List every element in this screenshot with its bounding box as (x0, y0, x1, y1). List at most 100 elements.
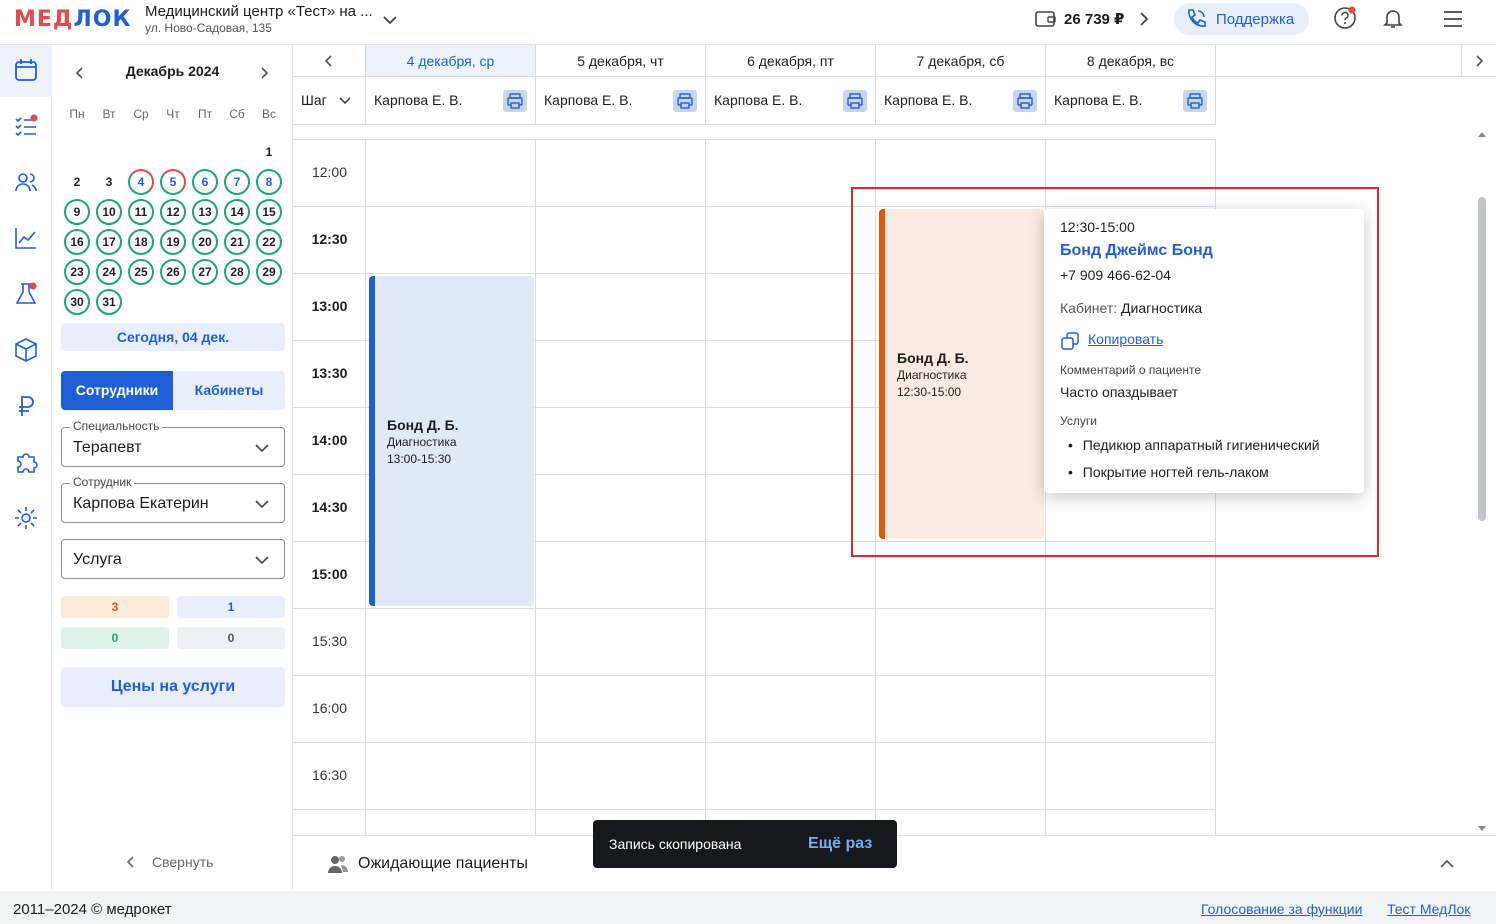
chevron-up-icon[interactable] (1438, 856, 1456, 872)
counter-badge[interactable]: 0 (61, 627, 169, 649)
tasks-icon[interactable] (13, 113, 39, 139)
specialty-select[interactable]: Специальность Терапевт (61, 419, 285, 467)
service-value: Услуга (73, 551, 122, 568)
calendar-day[interactable]: 24 (96, 259, 122, 285)
appointment-card[interactable]: Бонд Д. Б. Диагностика 13:00-15:30 (369, 276, 534, 606)
calendar-day[interactable]: 22 (256, 229, 282, 255)
calendar-day[interactable]: 30 (64, 289, 90, 315)
toast-retry-button[interactable]: Ещё раз (808, 835, 872, 853)
appointment-time: 13:00-15:30 (387, 452, 452, 466)
analytics-icon[interactable] (13, 225, 39, 251)
employee-name: Карпова Е. В. (544, 92, 633, 108)
tab-employees[interactable]: Сотрудники (61, 371, 173, 410)
calendar-day[interactable]: 28 (224, 259, 250, 285)
calendar-day[interactable]: 26 (160, 259, 186, 285)
wallet-icon (1035, 11, 1056, 27)
step-select[interactable]: Шаг (293, 77, 366, 125)
calendar-icon[interactable] (13, 57, 39, 83)
time-label: 12:00 (311, 164, 348, 180)
ruble-icon[interactable] (13, 393, 39, 419)
calendar-day[interactable]: 13 (192, 199, 218, 225)
calendar-day[interactable]: 7 (224, 169, 250, 195)
footer: 2011–2024 © медрокет Голосование за функ… (0, 891, 1496, 924)
employee-select[interactable]: Сотрудник Карпова Екатерин (61, 475, 285, 523)
calendar-day[interactable]: 15 (256, 199, 282, 225)
calendar-day[interactable]: 14 (224, 199, 250, 225)
employee-header: Карпова Е. В. (536, 77, 706, 125)
calendar-day[interactable]: 11 (128, 199, 154, 225)
employee-header: Карпова Е. В. (876, 77, 1046, 125)
calendar-day[interactable]: 20 (192, 229, 218, 255)
day-header[interactable]: 5 декабря, чт (536, 45, 706, 77)
calendar-day[interactable]: 16 (64, 229, 90, 255)
service-select[interactable]: Услуга (61, 539, 285, 579)
calendar-day[interactable]: 25 (128, 259, 154, 285)
medlok-logo[interactable]: МЕДЛОК (14, 7, 131, 32)
prev-days-button[interactable] (293, 45, 366, 77)
employee-name: Карпова Е. В. (1054, 92, 1143, 108)
print-button[interactable] (503, 90, 527, 112)
clinic-name[interactable]: Медицинский центр «Тест» на ... (145, 3, 373, 20)
calendar-day[interactable]: 31 (96, 289, 122, 315)
chevron-right-icon[interactable] (256, 65, 272, 81)
calendar-day[interactable]: 27 (192, 259, 218, 285)
counter-badge[interactable]: 0 (177, 627, 285, 649)
settings-icon[interactable] (13, 505, 39, 531)
help-icon[interactable] (1333, 6, 1357, 30)
chevron-right-icon[interactable] (1136, 10, 1152, 28)
lab-flask-icon[interactable] (13, 281, 39, 307)
calendar-day[interactable]: 23 (64, 259, 90, 285)
top-bar: МЕДЛОК Медицинский центр «Тест» на ... у… (0, 0, 1496, 45)
day-header[interactable]: 7 декабря, сб (876, 45, 1046, 77)
prices-button[interactable]: Цены на услуги (61, 667, 285, 707)
calendar-day[interactable]: 9 (64, 199, 90, 225)
day-header-empty (1216, 45, 1461, 77)
print-button[interactable] (1013, 90, 1037, 112)
calendar-day[interactable]: 17 (96, 229, 122, 255)
calendar-day[interactable]: 5 (160, 169, 186, 195)
bell-icon[interactable] (1381, 6, 1405, 30)
users-icon (328, 856, 348, 873)
menu-icon[interactable] (1441, 8, 1465, 30)
calendar-day[interactable]: 12 (160, 199, 186, 225)
box-icon[interactable] (13, 337, 39, 363)
users-icon[interactable] (13, 169, 39, 195)
counter-badge[interactable]: 3 (61, 596, 169, 618)
calendar-day[interactable]: 21 (224, 229, 250, 255)
time-label: 15:30 (311, 633, 348, 649)
time-label: 15:00 (311, 566, 348, 582)
day-column[interactable] (536, 140, 706, 835)
chevron-down-icon[interactable] (380, 10, 400, 30)
vertical-scrollbar[interactable] (1476, 129, 1488, 835)
grid-line (293, 608, 1216, 609)
day-header[interactable]: 4 декабря, ср (366, 45, 536, 77)
calendar-day[interactable]: 1 (256, 139, 282, 165)
today-button[interactable]: Сегодня, 04 дек. (61, 323, 285, 351)
calendar-day[interactable]: 18 (128, 229, 154, 255)
calendar-day[interactable]: 10 (96, 199, 122, 225)
calendar-day[interactable]: 6 (192, 169, 218, 195)
puzzle-icon[interactable] (13, 449, 39, 475)
toast-notification: Запись скопирована Ещё раз (593, 820, 897, 868)
next-days-button[interactable] (1461, 45, 1496, 77)
grid-line (293, 675, 1216, 676)
footer-link-vote[interactable]: Голосование за функции (1201, 901, 1362, 917)
calendar-day[interactable]: 3 (96, 169, 122, 195)
calendar-day[interactable]: 2 (64, 169, 90, 195)
day-header[interactable]: 8 декабря, вс (1046, 45, 1216, 77)
day-header[interactable]: 6 декабря, пт (706, 45, 876, 77)
balance-amount[interactable]: 26 739 ₽ (1064, 10, 1124, 28)
weekday-label: Вс (261, 107, 276, 121)
support-button[interactable]: Поддержка (1174, 3, 1309, 35)
print-button[interactable] (673, 90, 697, 112)
calendar-day[interactable]: 19 (160, 229, 186, 255)
calendar-day[interactable]: 8 (256, 169, 282, 195)
counter-badge[interactable]: 1 (177, 596, 285, 618)
employee-name: Карпова Е. В. (714, 92, 803, 108)
calendar-day[interactable]: 29 (256, 259, 282, 285)
print-button[interactable] (843, 90, 867, 112)
calendar-day[interactable]: 4 (128, 169, 154, 195)
tab-rooms[interactable]: Кабинеты (173, 371, 285, 410)
footer-link-test[interactable]: Тест МедЛок (1387, 901, 1470, 917)
print-button[interactable] (1183, 90, 1207, 112)
